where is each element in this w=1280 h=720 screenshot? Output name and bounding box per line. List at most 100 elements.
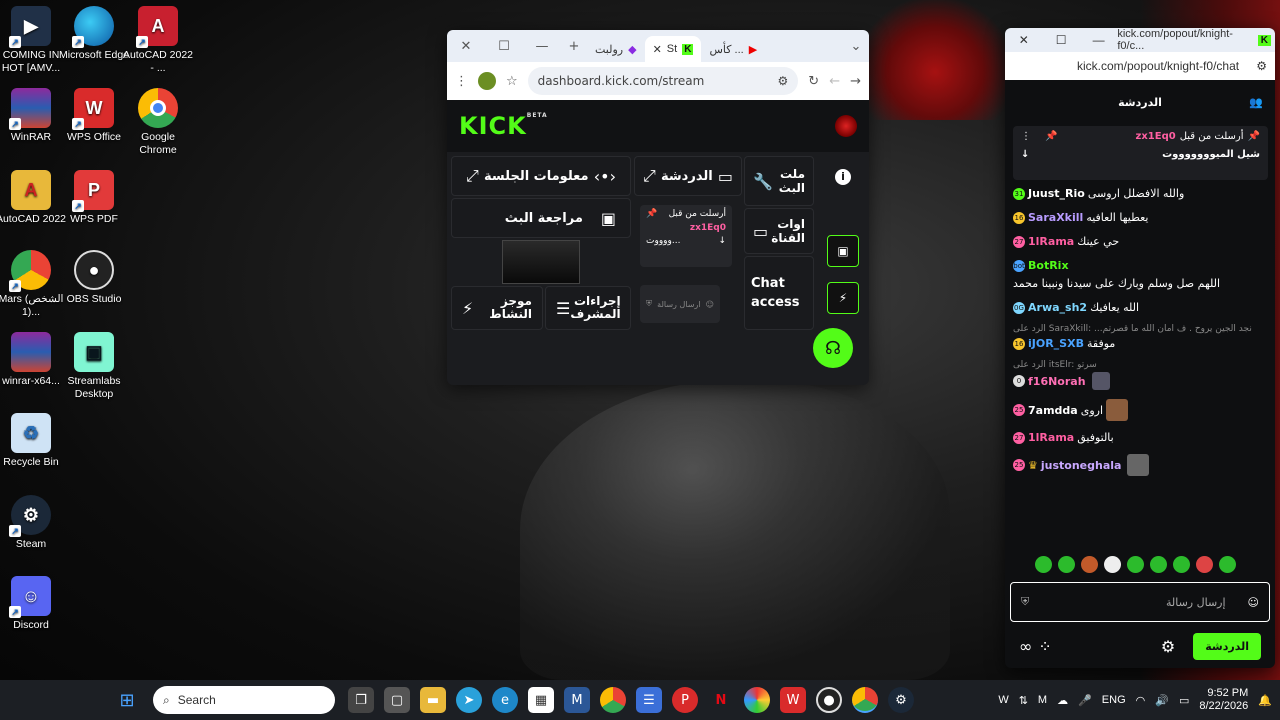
- chat-username[interactable]: SaraXkill: [1028, 210, 1083, 225]
- desktop-icon-autocad-folder[interactable]: A AutoCAD 2022: [0, 170, 67, 226]
- popout-icon[interactable]: ⤢: [643, 166, 656, 186]
- panel-stream-review[interactable]: مراجعة البث ▣: [451, 198, 631, 238]
- netflix-icon[interactable]: N: [708, 687, 734, 713]
- chat-message-list[interactable]: 31 Juust_Rio والله الافضلل اروسى 16 Sara…: [1005, 186, 1275, 574]
- back-icon[interactable]: →: [850, 74, 861, 89]
- desktop-icon-wps-office[interactable]: W ↗ WPS Office: [58, 88, 130, 144]
- emote-icon[interactable]: [1219, 556, 1236, 573]
- desktop-icon-winrar-installer[interactable]: winrar-x64...: [0, 332, 67, 388]
- chat-username[interactable]: BotRix: [1028, 258, 1069, 273]
- notifications-icon[interactable]: 🔔: [1258, 694, 1272, 707]
- menu-icon[interactable]: ⋮: [455, 74, 468, 89]
- minimize-icon[interactable]: —: [523, 39, 561, 54]
- emoji-icon[interactable]: ☺: [1248, 596, 1259, 609]
- bookmark-star-icon[interactable]: ☆: [506, 74, 518, 89]
- tray-icon-m[interactable]: M: [1038, 694, 1047, 706]
- video-panel-button[interactable]: ▣: [827, 235, 859, 267]
- onedrive-icon[interactable]: ☁: [1057, 694, 1068, 707]
- desktop-icon-streamlabs[interactable]: ▣ Streamlabs Desktop: [58, 332, 130, 401]
- reload-icon[interactable]: ↻: [808, 74, 819, 89]
- clock[interactable]: 9:52 PM 8/22/2026: [1199, 687, 1248, 713]
- emote-icon[interactable]: [1173, 556, 1190, 573]
- chat-username[interactable]: justoneghala: [1041, 458, 1122, 473]
- panel-mod-actions[interactable]: ☰ إجراءات المشرف: [545, 286, 631, 330]
- desktop-icon-recycle-bin[interactable]: ♻ Recycle Bin: [0, 413, 67, 469]
- desktop-icon-obs[interactable]: ● OBS Studio: [58, 250, 130, 306]
- emote-icon[interactable]: [1196, 556, 1213, 573]
- stream-preview-thumbnail[interactable]: [502, 240, 580, 284]
- tray-icon-w[interactable]: W: [998, 694, 1008, 706]
- site-settings-icon[interactable]: ⚙: [1256, 59, 1267, 73]
- maximize-icon[interactable]: ☐: [1042, 33, 1079, 47]
- forward-icon[interactable]: ←: [829, 74, 840, 89]
- steam-taskbar-icon[interactable]: ⚙: [888, 687, 914, 713]
- taskbar-search[interactable]: ⌕ Search: [153, 686, 335, 714]
- maximize-icon[interactable]: ☐: [485, 39, 523, 54]
- popout-icon[interactable]: ⤢: [466, 166, 479, 186]
- users-icon[interactable]: 👥: [1249, 96, 1263, 109]
- desktop-icon-steam[interactable]: ⚙ ↗ Steam: [0, 495, 67, 551]
- emote-icon[interactable]: [1104, 556, 1121, 573]
- chrome-taskbar-icon[interactable]: [600, 687, 626, 713]
- site-settings-icon[interactable]: ⚙: [778, 74, 789, 88]
- tray-icon-sliders[interactable]: ⇅: [1019, 694, 1028, 707]
- chat-app-icon[interactable]: ☰: [636, 687, 662, 713]
- info-icon[interactable]: i: [835, 169, 851, 185]
- tab-roobet[interactable]: رولبت ◆: [587, 36, 645, 62]
- chat-username[interactable]: 1lRama: [1028, 234, 1074, 249]
- dots-icon[interactable]: ⁘: [1038, 637, 1051, 656]
- popout-chat-window[interactable]: ✕ ☐ — kick.com/popout/knight-f0/c... K k…: [1005, 28, 1275, 668]
- emote-icon[interactable]: [1150, 556, 1167, 573]
- desktop-icon-autocad[interactable]: A ↗ AutoCAD 2022 - ...: [122, 6, 194, 75]
- settings-gear-icon[interactable]: ⚙: [1161, 637, 1175, 656]
- chat-username[interactable]: 1lRama: [1028, 430, 1074, 445]
- user-avatar[interactable]: [835, 115, 857, 137]
- colorful-app-icon[interactable]: [744, 687, 770, 713]
- reply-context[interactable]: الرد على SaraXkill: ...نجد الجين يروح . …: [1013, 324, 1267, 334]
- more-options-icon[interactable]: ⋮: [1021, 131, 1031, 142]
- url-field[interactable]: dashboard.kick.com/stream ⚙: [527, 67, 799, 95]
- emote-icon[interactable]: [1058, 556, 1075, 573]
- file-explorer-icon[interactable]: ▬: [420, 687, 446, 713]
- emote-icon[interactable]: [1127, 556, 1144, 573]
- desktop-icon-wps-pdf[interactable]: P ↗ WPS PDF: [58, 170, 130, 226]
- desktop-icon-coming-in-hot[interactable]: ▶ ↗ COMING IN HOT [AMV...: [0, 6, 67, 75]
- tab-kas[interactable]: كأس ... ▶: [701, 36, 765, 62]
- chat-send-button[interactable]: الدردشة: [1193, 632, 1261, 660]
- lightning-panel-button[interactable]: ⚡: [827, 282, 859, 314]
- pin-toggle-icon[interactable]: 📌: [1045, 131, 1057, 142]
- close-icon[interactable]: ✕: [1005, 33, 1042, 47]
- store-icon[interactable]: ▦: [528, 687, 554, 713]
- panel-chat[interactable]: ⤢ الدردشة ▭: [634, 156, 742, 196]
- chat-username[interactable]: 7amdda: [1028, 403, 1078, 418]
- pinned-message[interactable]: 📌 أرسلت من قبل zx1Eq0 📌 ⋮ شيل الميووووووو…: [1013, 126, 1268, 180]
- profile-avatar[interactable]: [478, 72, 496, 90]
- telegram-icon[interactable]: ➤: [456, 687, 482, 713]
- arrow-down-icon[interactable]: ↓: [1021, 149, 1029, 160]
- panel-channel-info[interactable]: ▭ اوات القناة: [744, 208, 814, 254]
- obs-taskbar-icon[interactable]: ●: [816, 687, 842, 713]
- panel-session-info[interactable]: ⤢ معلومات الجلسة ‹•›: [451, 156, 631, 196]
- tab-search-icon[interactable]: ⌄: [843, 39, 869, 54]
- kick-logo[interactable]: KICKBETA: [459, 112, 548, 140]
- desktop-icon-winrar[interactable]: ↗ WinRAR: [0, 88, 67, 144]
- wps-office-taskbar-icon[interactable]: W: [780, 687, 806, 713]
- microphone-icon[interactable]: 🎤: [1078, 694, 1092, 707]
- desktop-icon-edge[interactable]: ↗ Microsoft Edge: [58, 6, 130, 62]
- widgets-icon[interactable]: ▢: [384, 687, 410, 713]
- popout-url-bar[interactable]: kick.com/popout/knight-f0/chat ⚙: [1005, 52, 1275, 80]
- close-tab-icon[interactable]: ✕: [653, 43, 662, 56]
- battery-icon[interactable]: ▭: [1179, 694, 1189, 707]
- app-m-icon[interactable]: M: [564, 687, 590, 713]
- panel-activity-feed[interactable]: ⚡ موجز النشاط: [451, 286, 543, 330]
- emote-icon[interactable]: [1081, 556, 1098, 573]
- emote-icon[interactable]: [1035, 556, 1052, 573]
- panel-chat-access[interactable]: Chat access: [744, 256, 814, 330]
- close-icon[interactable]: ✕: [447, 39, 485, 54]
- chat-username[interactable]: Arwa_sh2: [1028, 300, 1087, 315]
- chat-message-input[interactable]: ⛨ إرسال رسالة ☺: [1010, 582, 1270, 622]
- desktop-icon-mars[interactable]: ↗ Mars (الشخص 1)...: [0, 250, 67, 319]
- panel-stream-tools[interactable]: 🔧 ملت البث: [744, 156, 814, 206]
- chat-username[interactable]: f16Norah: [1028, 374, 1086, 389]
- support-headset-button[interactable]: ☊: [813, 328, 853, 368]
